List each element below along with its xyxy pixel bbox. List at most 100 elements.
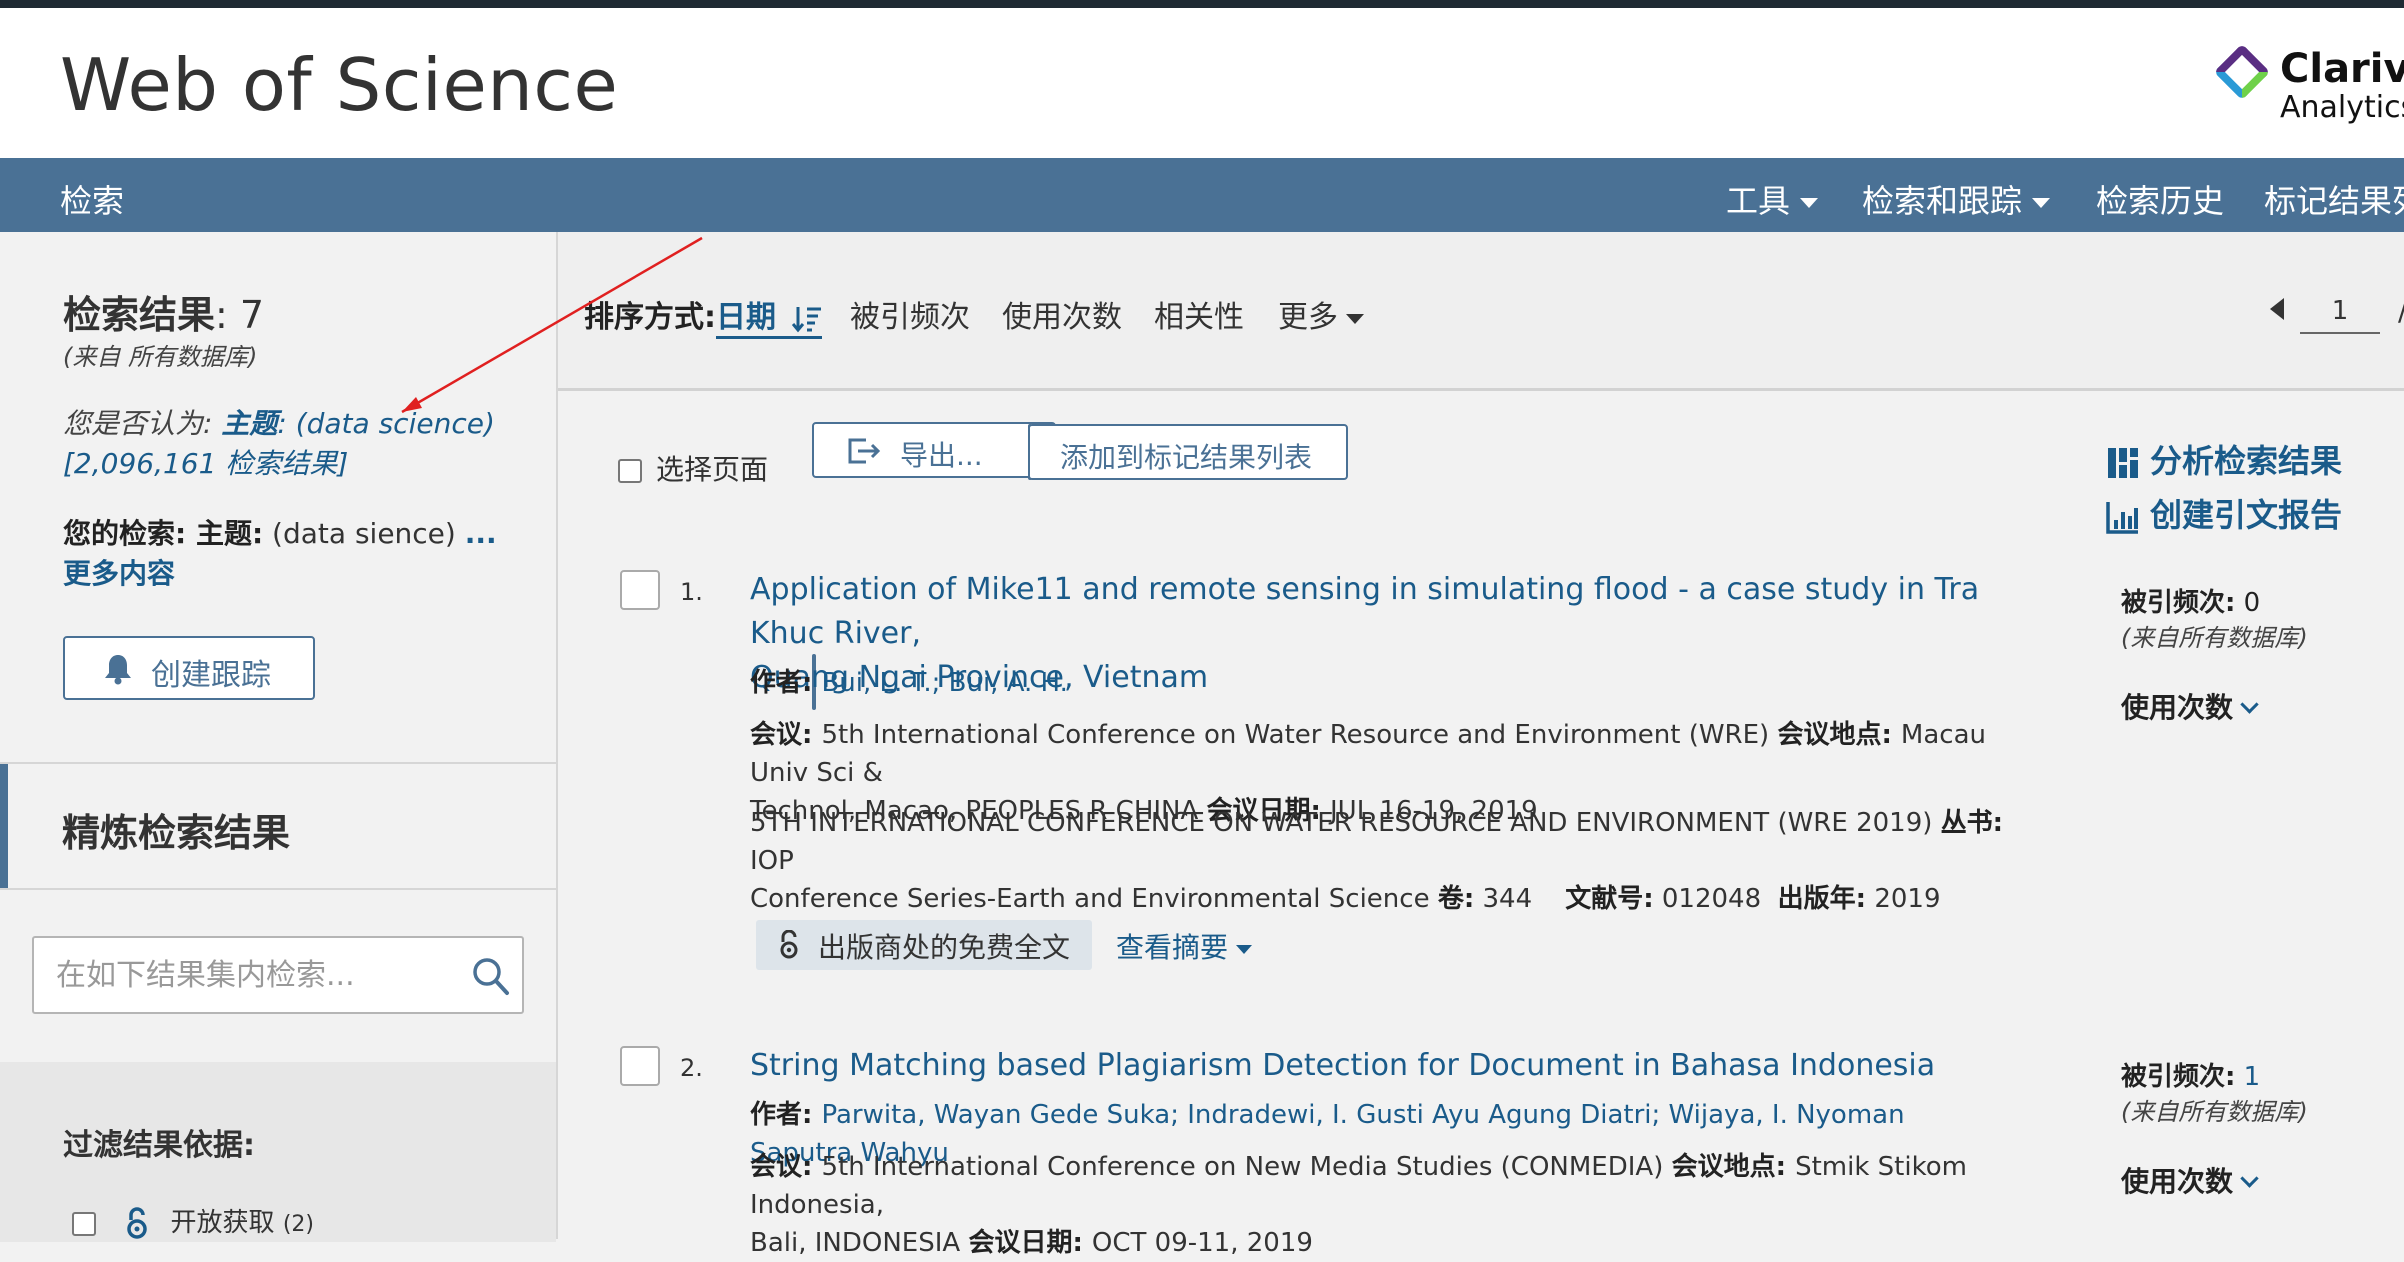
sort-times-cited[interactable]: 被引频次 xyxy=(850,292,970,336)
usage-label: 使用次数 xyxy=(2121,1165,2234,1198)
usage-count-toggle[interactable]: 使用次数 xyxy=(2121,686,2259,726)
select-page-label: 选择页面 xyxy=(656,453,769,486)
sort-more[interactable]: 更多 xyxy=(1278,292,1364,336)
sort-descending-icon xyxy=(792,306,822,332)
date-value: OCT 09-11, 2019 xyxy=(1091,1228,1313,1258)
refine-title: 精炼检索结果 xyxy=(62,811,291,855)
bell-icon xyxy=(105,655,131,685)
citation-report-label: 创建引文报告 xyxy=(2150,496,2343,534)
usage-label: 使用次数 xyxy=(2121,691,2234,724)
loc-value-2: Bali, INDONESIA xyxy=(750,1228,969,1258)
refine-accent-bar xyxy=(0,764,8,888)
chevron-down-icon xyxy=(1346,313,1364,324)
times-cited-value[interactable]: 1 xyxy=(2235,1062,2261,1092)
loc-label: 会议地点: xyxy=(1777,720,1901,750)
authors-label: 作者: xyxy=(750,1100,822,1130)
analyze-results-link[interactable]: 分析检索结果 xyxy=(2106,436,2342,482)
results-count: : 7 xyxy=(215,293,265,337)
conf-value: 5th International Conference on Water Re… xyxy=(821,720,1778,750)
record-checkbox[interactable] xyxy=(620,1046,660,1086)
pagination: 1 / xyxy=(2270,290,2404,334)
nav-tools-label: 工具 xyxy=(1726,182,1791,220)
search-icon[interactable] xyxy=(470,954,510,998)
year-value: 2019 xyxy=(1866,884,1941,914)
brand-subname: Analytics xyxy=(2280,90,2404,125)
record-conference: 会议: 5th International Conference on New … xyxy=(750,1148,2010,1262)
times-cited-label: 被引频次: xyxy=(2121,588,2236,618)
record-source: 5TH INTERNATIONAL CONFERENCE ON WATER RE… xyxy=(750,804,2010,918)
refine-search-input[interactable] xyxy=(54,952,458,998)
conf-label: 会议: xyxy=(750,720,822,750)
vol-label: 卷: xyxy=(1437,884,1475,914)
citation-report-icon xyxy=(2106,502,2138,534)
export-icon xyxy=(848,438,881,464)
nav-search-track[interactable]: 检索和跟踪 xyxy=(1862,176,2051,222)
nav-marked-list[interactable]: 标记结果列 xyxy=(2264,176,2404,222)
nav-tools[interactable]: 工具 xyxy=(1726,176,1819,222)
times-cited-source: (来自所有数据库) xyxy=(2121,624,2308,652)
free-fulltext-button[interactable]: 出版商处的免费全文 xyxy=(756,920,1092,970)
sidebar: 检索结果: 7 (来自 所有数据库) 您是否认为: 主题: (data scie… xyxy=(0,232,558,1242)
conf-label: 会议: xyxy=(750,1152,822,1182)
analyze-results-label: 分析检索结果 xyxy=(2150,442,2343,480)
nav-search-track-label: 检索和跟踪 xyxy=(1862,182,2023,220)
sort-date[interactable]: 日期 xyxy=(716,292,823,339)
filter-open-access-checkbox[interactable] xyxy=(72,1211,96,1236)
page-number-input[interactable]: 1 xyxy=(2300,290,2380,334)
year-label: 出版年: xyxy=(1777,884,1867,914)
open-access-icon xyxy=(780,930,798,959)
conf-value: 5th International Conference on New Medi… xyxy=(821,1152,1672,1182)
times-cited-value: 0 xyxy=(2235,588,2261,618)
refine-header: 精炼检索结果 xyxy=(0,762,556,890)
filter-open-access[interactable]: 开放获取 (2) xyxy=(72,1202,314,1241)
chevron-down-icon xyxy=(2240,695,2259,714)
chevron-down-icon xyxy=(2032,198,2051,208)
citation-report-link[interactable]: 创建引文报告 xyxy=(2106,490,2342,536)
sort-relevance[interactable]: 相关性 xyxy=(1154,292,1244,336)
select-page-checkbox[interactable] xyxy=(618,459,642,483)
prev-page-icon[interactable] xyxy=(2270,298,2284,320)
chevron-down-icon xyxy=(1236,944,1253,954)
free-fulltext-label: 出版商处的免费全文 xyxy=(818,931,1071,964)
your-search-label: 您的检索: xyxy=(63,517,187,550)
create-alert-button[interactable]: 创建跟踪 xyxy=(63,636,315,700)
record-number: 1. xyxy=(680,578,703,606)
your-search: 您的检索: 主题: (data sience) ...更多内容 xyxy=(63,514,503,594)
nav-search[interactable]: 检索 xyxy=(60,176,124,222)
export-button[interactable]: 导出... xyxy=(812,422,1056,478)
filter-open-access-label: 开放获取 xyxy=(170,1208,275,1238)
chevron-down-icon xyxy=(2240,1169,2259,1188)
filter-area: 过滤结果依据: 开放获取 (2) xyxy=(0,1062,556,1242)
filter-title: 过滤结果依据: xyxy=(63,1128,255,1163)
sort-bar: 排序方式: 日期 被引频次 使用次数 相关性 更多 1 / xyxy=(558,232,2404,391)
sort-usage[interactable]: 使用次数 xyxy=(1002,292,1122,336)
create-alert-label: 创建跟踪 xyxy=(151,658,271,693)
suggest-value-link[interactable]: : (data science) xyxy=(277,407,495,440)
usage-count-toggle[interactable]: 使用次数 xyxy=(2121,1160,2259,1200)
export-label: 导出... xyxy=(900,439,983,472)
sort-label: 排序方式: xyxy=(584,300,716,335)
record-checkbox[interactable] xyxy=(620,570,660,610)
did-you-mean: 您是否认为: 主题: (data science) [2,096,161 检索结… xyxy=(63,404,533,484)
authors-links[interactable]: Bui, L. T.; Bui, A. H. xyxy=(821,668,1067,698)
open-access-icon xyxy=(127,1206,148,1239)
art-value: 012048 xyxy=(1653,884,1762,914)
series-label: 丛书: xyxy=(1940,808,2004,838)
chevron-down-icon xyxy=(1800,198,1819,208)
web-of-science-logo[interactable]: Web of Science xyxy=(60,43,618,127)
nav-history[interactable]: 检索历史 xyxy=(2096,176,2224,222)
suggest-count-link[interactable]: [2,096,161 检索结果] xyxy=(63,447,348,480)
suggest-field-link[interactable]: 主题 xyxy=(221,407,277,440)
record-authors: 作者: Bui, L. T.; Bui, A. H. xyxy=(750,664,2010,702)
select-page[interactable]: 选择页面 xyxy=(618,448,768,488)
sort-more-label: 更多 xyxy=(1278,300,1338,335)
record-title-link[interactable]: String Matching based Plagiarism Detecti… xyxy=(750,1044,1990,1088)
date-label: 会议日期: xyxy=(968,1228,1092,1258)
header: Web of Science Clariva Analytics xyxy=(0,8,2404,158)
page-separator: / xyxy=(2398,294,2404,327)
record-number: 2. xyxy=(680,1054,703,1082)
add-to-marked-list-button[interactable]: 添加到标记结果列表 xyxy=(1028,424,1348,480)
brand-name: Clariva xyxy=(2280,46,2404,92)
sort-date-label: 日期 xyxy=(716,300,776,335)
view-abstract-link[interactable]: 查看摘要 xyxy=(1116,926,1253,966)
